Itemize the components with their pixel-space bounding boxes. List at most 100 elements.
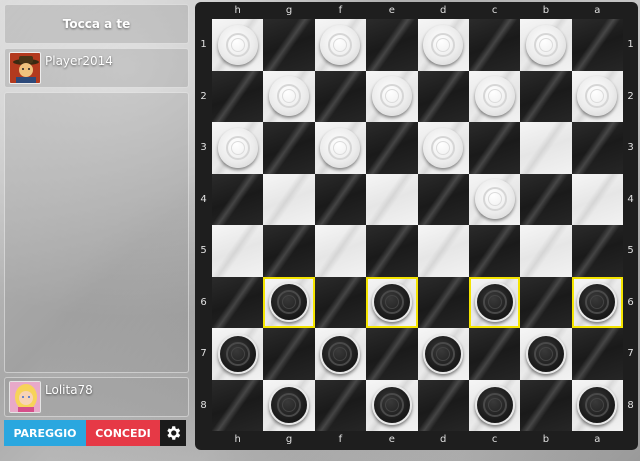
board-square-a7[interactable] bbox=[571, 328, 623, 380]
board-square-d5[interactable] bbox=[417, 225, 469, 277]
white-checker-piece[interactable] bbox=[320, 24, 361, 65]
board-square-b8[interactable] bbox=[520, 379, 572, 431]
board-square-f2[interactable] bbox=[314, 70, 367, 122]
blonde-girl-avatar[interactable] bbox=[9, 381, 41, 413]
board-square-a8[interactable] bbox=[571, 379, 623, 431]
file-label: h bbox=[234, 5, 241, 16]
board-square-e7[interactable] bbox=[366, 328, 418, 380]
white-checker-piece[interactable] bbox=[577, 76, 618, 117]
board-square-h5[interactable] bbox=[212, 225, 264, 277]
board-square-f1[interactable] bbox=[314, 19, 367, 71]
board-square-g4[interactable] bbox=[263, 173, 315, 225]
white-checker-piece[interactable] bbox=[371, 76, 412, 117]
white-checker-piece[interactable] bbox=[474, 76, 515, 117]
board-square-a2[interactable] bbox=[571, 70, 623, 122]
board-square-g7[interactable] bbox=[263, 328, 315, 380]
board-square-a1[interactable] bbox=[571, 19, 623, 71]
board-square-h4[interactable] bbox=[212, 173, 264, 225]
black-checker-piece[interactable] bbox=[577, 282, 618, 323]
board-square-h1[interactable] bbox=[212, 19, 264, 71]
offer-draw-button[interactable]: PAREGGIO bbox=[4, 420, 86, 446]
board-square-f6[interactable] bbox=[314, 276, 367, 328]
black-checker-piece[interactable] bbox=[474, 282, 515, 323]
white-checker-piece[interactable] bbox=[217, 127, 258, 168]
board-square-g2[interactable] bbox=[263, 70, 315, 122]
board-square-g3[interactable] bbox=[263, 122, 315, 174]
board-square-e5[interactable] bbox=[366, 225, 418, 277]
rank-label: 5 bbox=[627, 245, 634, 257]
checkers-board[interactable] bbox=[212, 19, 623, 431]
board-square-c1[interactable] bbox=[468, 19, 521, 71]
white-checker-piece[interactable] bbox=[423, 24, 464, 65]
black-checker-piece[interactable] bbox=[371, 282, 412, 323]
black-checker-piece[interactable] bbox=[320, 333, 361, 374]
black-checker-piece[interactable] bbox=[525, 333, 566, 374]
board-square-e4[interactable] bbox=[366, 173, 418, 225]
board-square-c4[interactable] bbox=[468, 173, 521, 225]
board-square-d6[interactable] bbox=[417, 276, 469, 328]
board-square-b7[interactable] bbox=[520, 328, 572, 380]
board-square-c7[interactable] bbox=[468, 328, 521, 380]
board-square-g1[interactable] bbox=[263, 19, 315, 71]
board-square-a4[interactable] bbox=[571, 173, 623, 225]
white-checker-piece[interactable] bbox=[423, 127, 464, 168]
board-square-d1[interactable] bbox=[417, 19, 469, 71]
board-square-c3[interactable] bbox=[468, 122, 521, 174]
file-label: a bbox=[594, 434, 601, 445]
board-square-f8[interactable] bbox=[314, 379, 367, 431]
board-square-g6[interactable] bbox=[263, 276, 315, 328]
black-checker-piece[interactable] bbox=[217, 333, 258, 374]
board-square-d4[interactable] bbox=[417, 173, 469, 225]
board-square-e2[interactable] bbox=[366, 70, 418, 122]
board-square-d7[interactable] bbox=[417, 328, 469, 380]
board-square-b3[interactable] bbox=[520, 122, 572, 174]
board-square-g5[interactable] bbox=[263, 225, 315, 277]
board-square-f7[interactable] bbox=[314, 328, 367, 380]
board-square-b1[interactable] bbox=[520, 19, 572, 71]
chat-area[interactable] bbox=[4, 92, 189, 373]
board-square-f5[interactable] bbox=[314, 225, 367, 277]
white-checker-piece[interactable] bbox=[320, 127, 361, 168]
board-square-b5[interactable] bbox=[520, 225, 572, 277]
board-square-b2[interactable] bbox=[520, 70, 572, 122]
board-square-c2[interactable] bbox=[468, 70, 521, 122]
board-square-b6[interactable] bbox=[520, 276, 572, 328]
rank-label: 3 bbox=[627, 142, 634, 154]
board-square-f3[interactable] bbox=[314, 122, 367, 174]
board-square-e1[interactable] bbox=[366, 19, 418, 71]
board-square-h7[interactable] bbox=[212, 328, 264, 380]
board-square-d3[interactable] bbox=[417, 122, 469, 174]
board-square-e6[interactable] bbox=[366, 276, 418, 328]
black-checker-piece[interactable] bbox=[577, 385, 618, 426]
settings-button[interactable] bbox=[160, 420, 186, 446]
white-checker-piece[interactable] bbox=[474, 179, 515, 220]
board-square-a6[interactable] bbox=[571, 276, 623, 328]
board-square-f4[interactable] bbox=[314, 173, 367, 225]
black-checker-piece[interactable] bbox=[269, 385, 310, 426]
board-square-b4[interactable] bbox=[520, 173, 572, 225]
board-square-h2[interactable] bbox=[212, 70, 264, 122]
board-square-d8[interactable] bbox=[417, 379, 469, 431]
board-square-e3[interactable] bbox=[366, 122, 418, 174]
black-checker-piece[interactable] bbox=[371, 385, 412, 426]
black-checker-piece[interactable] bbox=[423, 333, 464, 374]
board-square-h6[interactable] bbox=[212, 276, 264, 328]
white-checker-piece[interactable] bbox=[525, 24, 566, 65]
board-square-h8[interactable] bbox=[212, 379, 264, 431]
resign-button[interactable]: CONCEDI bbox=[86, 420, 160, 446]
file-label: c bbox=[491, 434, 498, 445]
board-square-g8[interactable] bbox=[263, 379, 315, 431]
board-square-a3[interactable] bbox=[571, 122, 623, 174]
board-square-e8[interactable] bbox=[366, 379, 418, 431]
board-square-a5[interactable] bbox=[571, 225, 623, 277]
board-square-c5[interactable] bbox=[468, 225, 521, 277]
white-checker-piece[interactable] bbox=[217, 24, 258, 65]
board-square-h3[interactable] bbox=[212, 122, 264, 174]
black-checker-piece[interactable] bbox=[474, 385, 515, 426]
black-checker-piece[interactable] bbox=[269, 282, 310, 323]
white-checker-piece[interactable] bbox=[269, 76, 310, 117]
board-square-c6[interactable] bbox=[468, 276, 521, 328]
cowboy-avatar[interactable] bbox=[9, 52, 41, 84]
board-square-d2[interactable] bbox=[417, 70, 469, 122]
board-square-c8[interactable] bbox=[468, 379, 521, 431]
